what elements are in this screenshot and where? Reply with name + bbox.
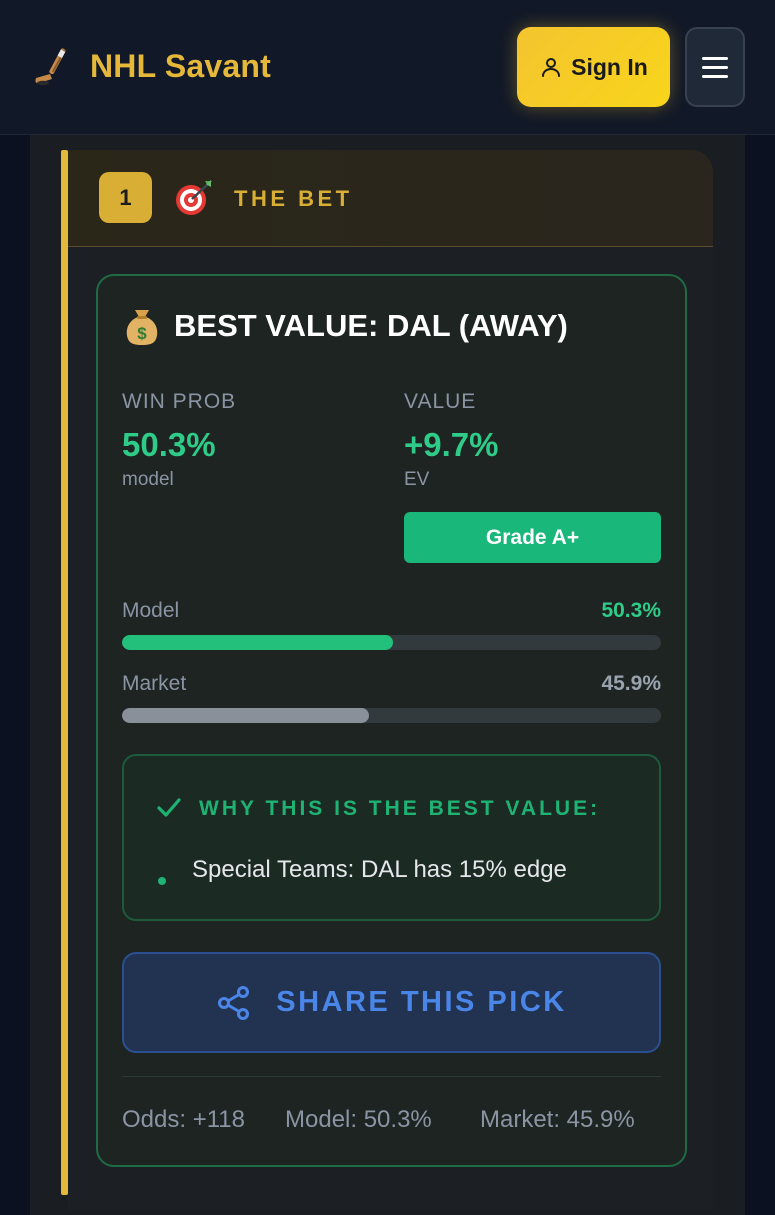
hockey-stick-icon[interactable] — [30, 44, 74, 88]
ev-sub: EV — [404, 469, 430, 490]
sign-in-button[interactable]: Sign In — [517, 27, 670, 107]
bullet-icon — [158, 877, 166, 885]
win-prob-sub: model — [122, 469, 174, 490]
hamburger-menu-icon — [702, 56, 728, 60]
market-bar-value: 45.9% — [601, 672, 661, 695]
market-probability-bar — [122, 708, 661, 723]
dart-target-icon — [176, 180, 212, 215]
menu-button[interactable] — [685, 27, 745, 107]
money-bag-icon: $ — [126, 310, 158, 345]
share-pick-button[interactable]: SHARE THIS PICK — [122, 952, 661, 1053]
market-probability-fill — [122, 708, 370, 723]
sign-in-label: Sign In — [571, 53, 648, 80]
checkmark-icon — [157, 798, 181, 817]
share-icon — [218, 985, 250, 1020]
top-nav-bar: NHL Savant Sign In — [0, 0, 775, 135]
best-value-title: BEST VALUE: DAL (AWAY) — [174, 308, 568, 343]
user-icon — [542, 58, 561, 77]
why-best-value-box — [122, 754, 661, 921]
svg-text:$: $ — [137, 324, 147, 343]
bet-section-title: THE BET — [234, 186, 353, 211]
grade-badge: Grade A+ — [404, 512, 661, 563]
app-logo-text[interactable]: NHL Savant — [90, 48, 271, 85]
hamburger-line — [702, 74, 728, 78]
share-pick-label: SHARE THIS PICK — [276, 986, 567, 1018]
bet-section-header — [68, 150, 713, 247]
footer-divider — [122, 1076, 661, 1077]
value-label: VALUE — [404, 390, 477, 413]
model-probability-bar — [122, 635, 661, 650]
section-accent-rule — [61, 150, 68, 1195]
odds-text: Odds: +118 — [122, 1106, 245, 1133]
ev-value: +9.7% — [404, 426, 499, 463]
win-prob-value: 50.3% — [122, 426, 216, 463]
reason-item: Special Teams: DAL has 15% edge — [192, 856, 567, 883]
hamburger-line — [702, 65, 728, 69]
why-best-value-title: WHY THIS IS THE BEST VALUE: — [199, 797, 601, 820]
model-summary-text: Model: 50.3% — [285, 1106, 432, 1133]
model-bar-label: Model — [122, 599, 180, 622]
market-summary-text: Market: 45.9% — [480, 1106, 635, 1133]
model-bar-value: 50.3% — [601, 599, 661, 622]
model-probability-fill — [122, 635, 394, 650]
step-number-badge: 1 — [99, 172, 152, 223]
win-prob-label: WIN PROB — [122, 390, 237, 413]
market-bar-label: Market — [122, 672, 187, 695]
